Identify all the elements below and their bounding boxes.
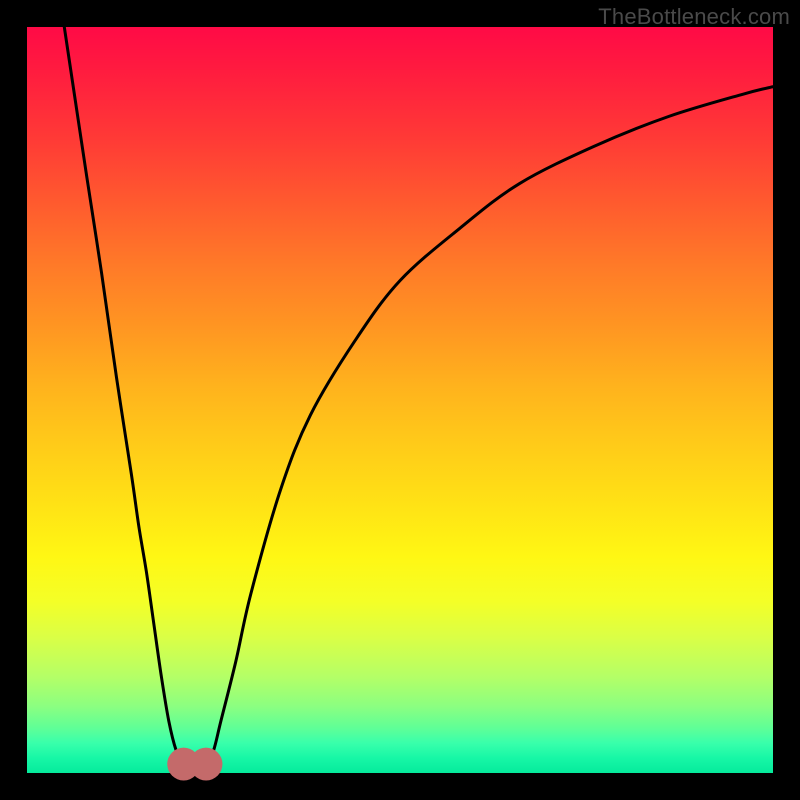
bottleneck-curve [64,27,773,770]
plot-area [27,27,773,773]
min-markers [167,748,222,781]
watermark: TheBottleneck.com [598,4,790,30]
marker-min-right [190,748,223,781]
chart-frame: TheBottleneck.com [0,0,800,800]
curve-layer [27,27,773,773]
